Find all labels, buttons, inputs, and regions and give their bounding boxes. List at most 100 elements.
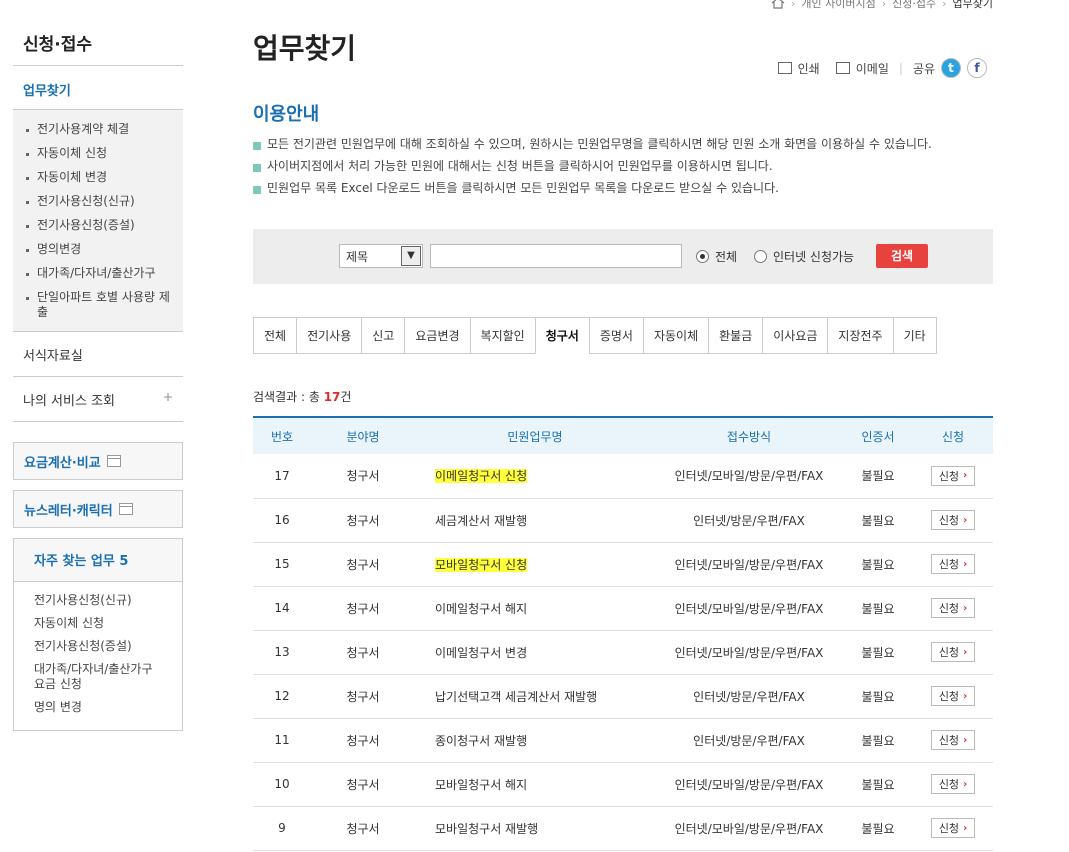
frequent-task-item[interactable]: 명의 변경 <box>14 697 182 720</box>
frequent-task-item[interactable]: 자동이체 신청 <box>14 613 182 636</box>
search-type-select[interactable]: 제목 ▼ <box>339 244 423 268</box>
twitter-icon[interactable]: t <box>941 58 961 78</box>
chevron-down-icon[interactable]: ▼ <box>401 246 421 266</box>
row-no: 15 <box>253 542 311 587</box>
apply-button[interactable]: 신청 › <box>930 554 976 574</box>
apply-button[interactable]: 신청 › <box>930 774 976 794</box>
row-method: 인터넷/방문/우편/FAX <box>655 674 843 719</box>
sidebar-link-my-service[interactable]: 나의 서비스 조회 + <box>13 377 183 422</box>
task-name-link[interactable]: 이메일청구서 신청 <box>435 469 528 484</box>
chevron-right-icon: › <box>963 734 968 746</box>
radio-all-label: 전체 <box>715 250 738 264</box>
sidebar-item[interactable]: 자동이체 신청 <box>13 142 183 166</box>
tab-moving[interactable]: 이사요금 <box>762 317 828 354</box>
tab-welfare[interactable]: 복지할인 <box>469 317 535 354</box>
table-row: 11 청구서 종이청구서 재발행 인터넷/방문/우편/FAX 불필요 신청 › <box>253 718 993 763</box>
frequent-task-item[interactable]: 전기사용신청(증설) <box>14 636 182 659</box>
tab-certificate[interactable]: 증명서 <box>588 317 643 354</box>
row-name-cell: 모바일청구서 신청 <box>415 542 655 587</box>
task-name-link[interactable]: 모바일청구서 신청 <box>435 557 528 572</box>
chevron-right-icon: › <box>942 0 947 10</box>
breadcrumb-item[interactable]: 신청·접수 <box>892 0 936 11</box>
tab-report[interactable]: 신고 <box>361 317 405 354</box>
tab-refund[interactable]: 환불금 <box>708 317 763 354</box>
task-name-link[interactable]: 종이청구서 재발행 <box>435 734 527 748</box>
row-name-cell: 이메일청구서 신청 <box>415 454 655 499</box>
row-no: 12 <box>253 674 311 719</box>
frequent-task-item[interactable]: 대가족/다자녀/출산가구 요금 신청 <box>14 659 182 697</box>
task-name-link[interactable]: 이메일청구서 해지 <box>435 602 527 616</box>
task-name-link[interactable]: 납기선택고객 세금계산서 재발행 <box>435 690 597 704</box>
task-name-link[interactable]: 이메일청구서 변경 <box>435 646 527 660</box>
task-name-link[interactable]: 모바일청구서 해지 <box>435 778 527 792</box>
row-apply-cell: 신청 › <box>913 762 993 807</box>
radio-icon[interactable] <box>754 250 767 263</box>
tab-etc[interactable]: 기타 <box>892 317 937 354</box>
search-button[interactable]: 검색 <box>876 244 928 268</box>
tab-bill[interactable]: 청구서 <box>534 317 589 354</box>
task-name-link[interactable]: 모바일청구서 재발행 <box>435 822 538 836</box>
plus-icon[interactable]: + <box>163 390 173 409</box>
radio-selected-icon[interactable] <box>696 250 709 263</box>
sidebar-link-forms[interactable]: 서식자료실 <box>13 332 183 377</box>
share-label: 공유 <box>912 61 935 76</box>
frequent-task-item[interactable]: 전기사용신청(신규) <box>14 590 182 613</box>
col-name: 민원업무명 <box>415 417 655 454</box>
chevron-right-icon: › <box>963 470 968 482</box>
email-icon[interactable] <box>835 62 850 74</box>
home-icon[interactable] <box>771 0 785 9</box>
print-icon[interactable] <box>777 62 792 74</box>
print-button[interactable]: 인쇄 <box>798 60 820 77</box>
row-name-cell: 모바일청구서 재발행 <box>415 806 655 851</box>
divider: | <box>898 61 903 75</box>
apply-label: 신청 <box>938 469 960 483</box>
task-table: 번호 분야명 민원업무명 접수방식 인증서 신청 17 청구서 이메일청구서 신청 인… <box>253 416 993 851</box>
table-header-row: 번호 분야명 민원업무명 접수방식 인증서 신청 <box>253 417 993 454</box>
row-apply-cell: 신청 › <box>913 498 993 543</box>
result-count: 17 <box>323 390 341 404</box>
tab-auto-transfer[interactable]: 자동이체 <box>642 317 709 354</box>
chevron-right-icon: › <box>881 0 887 10</box>
row-method: 인터넷/방문/우편/FAX <box>655 498 843 543</box>
radio-all[interactable]: 전체 <box>696 248 737 265</box>
sidebar: 신청·접수 업무찾기 전기사용계약 체결 자동이체 신청 자동이체 변경 전기사… <box>13 0 183 731</box>
task-name-link[interactable]: 세금계산서 재발행 <box>435 514 527 528</box>
tab-all[interactable]: 전체 <box>253 317 297 354</box>
rate-calc-link[interactable]: 요금계산·비교 <box>13 442 183 480</box>
table-row: 10 청구서 모바일청구서 해지 인터넷/모바일/방문/우편/FAX 불필요 신청 › <box>253 762 993 807</box>
apply-label: 신청 <box>938 646 960 659</box>
sidebar-item[interactable]: 전기사용신청(증설) <box>13 214 183 238</box>
row-apply-cell: 신청 › <box>913 454 993 499</box>
breadcrumb-item[interactable]: 개인 사이버지점 <box>801 0 875 11</box>
tab-electric-use[interactable]: 전기사용 <box>296 317 362 354</box>
apply-button[interactable]: 신청 › <box>930 642 976 662</box>
col-field: 분야명 <box>311 417 415 454</box>
chevron-right-icon: › <box>963 514 968 526</box>
tab-pole[interactable]: 지장전주 <box>827 317 893 354</box>
newsletter-link[interactable]: 뉴스레터·캐릭터 <box>13 490 183 528</box>
row-field: 청구서 <box>311 542 415 587</box>
row-apply-cell: 신청 › <box>913 718 993 763</box>
sidebar-item[interactable]: 전기사용신청(신규) <box>13 190 183 214</box>
apply-button[interactable]: 신청 › <box>930 730 976 750</box>
radio-online[interactable]: 인터넷 신청가능 <box>754 248 854 265</box>
row-name-cell: 이메일청구서 변경 <box>415 630 655 675</box>
sidebar-item[interactable]: 자동이체 변경 <box>13 166 183 190</box>
apply-button[interactable]: 신청 › <box>930 465 976 486</box>
sidebar-item[interactable]: 대가족/다자녀/출산가구 <box>13 262 183 286</box>
email-button[interactable]: 이메일 <box>856 60 889 77</box>
sidebar-item[interactable]: 명의변경 <box>13 238 183 262</box>
apply-button[interactable]: 신청 › <box>930 510 976 530</box>
row-method: 인터넷/모바일/방문/우편/FAX <box>655 630 843 675</box>
apply-button[interactable]: 신청 › <box>930 686 976 706</box>
search-input[interactable] <box>430 244 682 268</box>
row-cert: 불필요 <box>843 498 913 543</box>
sidebar-item[interactable]: 전기사용계약 체결 <box>13 118 183 142</box>
apply-button[interactable]: 신청 › <box>930 598 976 618</box>
sidebar-current-menu[interactable]: 업무찾기 <box>13 66 183 110</box>
sidebar-item[interactable]: 단일아파트 호별 사용량 제출 <box>13 286 183 325</box>
tab-rate-change[interactable]: 요금변경 <box>404 317 470 354</box>
apply-button[interactable]: 신청 › <box>930 818 976 838</box>
facebook-icon[interactable]: f <box>967 58 987 78</box>
row-name-cell: 납기선택고객 세금계산서 재발행 <box>415 674 655 719</box>
